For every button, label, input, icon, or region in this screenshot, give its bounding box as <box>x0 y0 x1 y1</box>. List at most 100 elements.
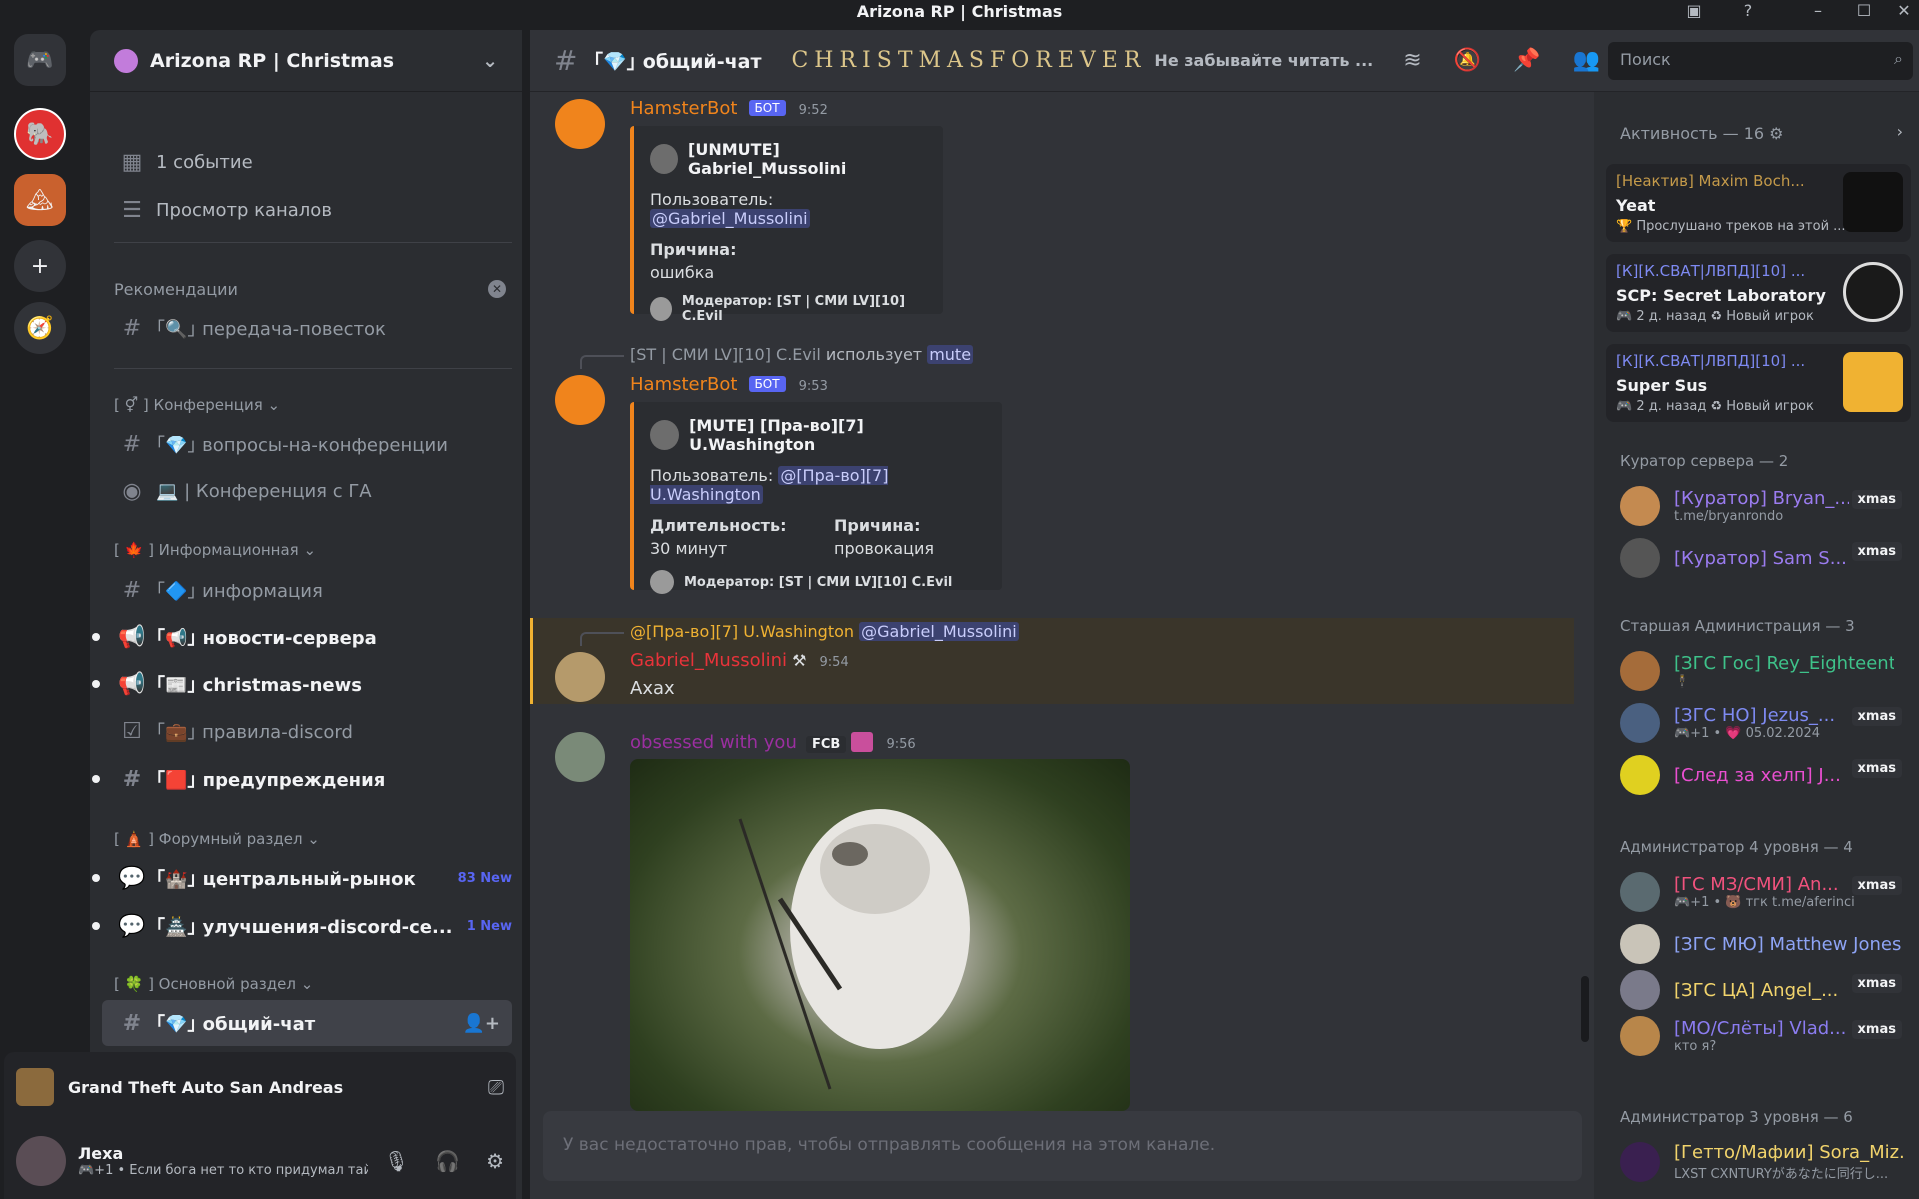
inbox-icon[interactable]: ▣ <box>1682 0 1706 22</box>
add-server-icon[interactable]: + <box>14 240 66 292</box>
category-conference[interactable]: [ ⚥ ] Конференция ⌄ <box>114 396 280 414</box>
activity-card[interactable]: [Неактив] Maxim Boch... Yeat 🏆 Прослушан… <box>1606 164 1911 242</box>
guild-tag[interactable]: FCB <box>805 736 847 753</box>
forum-icon: 💬 <box>118 865 146 891</box>
user-mention[interactable]: @Gabriel_Mussolini <box>859 622 1019 641</box>
message-author[interactable]: obsessed with you <box>630 732 797 753</box>
member-status: кто я? <box>1674 1039 1717 1054</box>
megaphone-icon: 📢 <box>118 624 146 650</box>
member-item[interactable]: [МО/Слёты] Vlad... кто я? xmas <box>1620 1010 1910 1062</box>
username: Леха <box>78 1143 124 1163</box>
channel-topic[interactable]: CHRISTMASFOREVER <box>791 48 1146 73</box>
channel-xmas-news[interactable]: 📢 ｢📰｣ christmas-news <box>92 664 512 704</box>
member-item[interactable]: [ЗГС ЦА] Angel_... xmas <box>1620 964 1910 1016</box>
card-sub: 🎮 2 д. назад ♻ Новый игрок <box>1616 399 1814 414</box>
avatar[interactable] <box>555 99 605 149</box>
category-forum[interactable]: [ 🛕 ] Форумный раздел ⌄ <box>114 830 320 848</box>
maximize-icon[interactable]: ☐ <box>1852 0 1876 22</box>
user-mention[interactable]: @Gabriel_Mussolini <box>650 209 810 228</box>
members-icon[interactable]: 👥 <box>1573 48 1600 73</box>
message-author[interactable]: HamsterBot <box>630 374 737 395</box>
unread-indicator <box>92 922 100 930</box>
channel-rules[interactable]: ☑ ｢💼｣ правила-discord <box>114 711 512 751</box>
activity-card[interactable]: [К][К.СВАТ|ЛВПД][10] ... Super Sus 🎮 2 д… <box>1606 344 1911 422</box>
activity-panel[interactable]: Grand Theft Auto San Andreas ⎚ <box>4 1052 516 1122</box>
channel-news[interactable]: 📢 ｢📢｣ новости-сервера <box>92 617 512 657</box>
channel-conference-stage[interactable]: ◉ 💻 | Конференция с ГА <box>114 471 512 511</box>
timestamp: 9:53 <box>798 379 828 394</box>
dismiss-icon[interactable]: ✕ <box>488 280 506 298</box>
member-item[interactable]: [ЗГС НО] Jezus_... 🎮+1 • 💗 05.02.2024 xma… <box>1620 697 1910 749</box>
close-icon[interactable]: ✕ <box>1892 0 1916 22</box>
chevron-right-icon[interactable]: › <box>1897 122 1903 141</box>
headphones-icon[interactable]: 🎧 <box>435 1149 460 1173</box>
category-main[interactable]: [ 🍀 ] Основной раздел ⌄ <box>114 975 313 993</box>
invite-icon[interactable]: 👤+ <box>463 1013 501 1034</box>
channel-label: ｢📢｣ новости-сервера <box>156 628 377 649</box>
activity-card[interactable]: [К][К.СВАТ|ЛВПД][10] ... SCP: Secret Lab… <box>1606 254 1911 332</box>
hammer-icon: ⚒ <box>792 651 807 670</box>
member-item[interactable]: [Гетто/Мафии] Sora_Miz... LXST CXNTURYがあな… <box>1620 1136 1910 1188</box>
threads-icon[interactable]: ≋ <box>1403 48 1421 73</box>
member-item[interactable]: [След за хелп] J... xmas <box>1620 749 1910 801</box>
channel-rec-item[interactable]: # ｢🔍｣ передача-повесток <box>114 308 512 348</box>
reply-preview[interactable]: @[Пра-во][7] U.Washington @Gabriel_Musso… <box>630 622 1019 641</box>
member-item[interactable]: [ЗГС Гос] Rey_Eighteent 🕴 <box>1620 645 1910 697</box>
hash-icon: # <box>122 431 142 457</box>
screen-share-icon[interactable]: ⎚ <box>488 1075 504 1099</box>
member-item[interactable]: [ЗГС МЮ] Matthew Jones <box>1620 918 1910 970</box>
minimize-icon[interactable]: – <box>1806 0 1830 22</box>
channel-label: ｢💎｣ общий-чат <box>156 1014 316 1035</box>
message-author[interactable]: HamsterBot <box>630 98 737 119</box>
channel-improvements[interactable]: 💬 ｢🏯｣ улучшения-discord-се... 1 New <box>92 906 512 946</box>
xmas-tag: xmas <box>1851 1020 1902 1039</box>
bot-badge: БОТ <box>748 100 786 116</box>
channel-topic-extra[interactable]: Не забывайте читать ... <box>1154 51 1373 70</box>
arizona-server-icon[interactable]: 🐘 <box>14 108 66 160</box>
message-author[interactable]: Gabriel_Mussolini <box>630 650 787 671</box>
channel-market[interactable]: 💬 ｢🏰｣ центральный-рынок 83 New <box>92 858 512 898</box>
avatar[interactable] <box>555 732 605 782</box>
field-value: 30 минут <box>650 539 728 558</box>
channel-general[interactable]: # ｢💎｣ общий-чат 👤+ <box>102 1000 512 1046</box>
avatar[interactable] <box>555 652 605 702</box>
events-item[interactable]: ▦ 1 событие <box>114 142 512 182</box>
microphone-icon[interactable]: 🎙 <box>384 1149 409 1173</box>
member-name: [ЗГС НО] Jezus_... <box>1674 705 1836 726</box>
category-info[interactable]: [ 🍁 ] Информационная ⌄ <box>114 541 316 559</box>
member-status: t.me/bryanrondo <box>1674 509 1784 524</box>
avatar[interactable] <box>555 375 605 425</box>
member-status: 🕴 <box>1674 674 1691 689</box>
command-mention[interactable]: mute <box>927 345 974 364</box>
avatar <box>1620 486 1660 526</box>
role-group-header: Куратор сервера — 2 <box>1620 452 1789 470</box>
chevron-down-icon: ⌄ <box>482 49 498 72</box>
reply-spine <box>580 355 624 369</box>
explore-icon[interactable]: 🧭 <box>14 302 66 354</box>
pin-icon[interactable]: 📌 <box>1513 48 1540 73</box>
channel-label: ｢🔍｣ передача-повесток <box>156 319 386 340</box>
notifications-icon[interactable]: 🔕 <box>1454 48 1481 73</box>
christmas-server-icon[interactable]: 🏔 <box>14 174 66 226</box>
channel-questions[interactable]: # ｢💎｣ вопросы-на-конференции <box>114 424 512 464</box>
avatar[interactable] <box>16 1135 66 1186</box>
member-item[interactable]: [Куратор] Bryan_... t.me/bryanrondo xmas <box>1620 480 1910 532</box>
search-input[interactable]: Поиск ⌕ <box>1608 42 1913 80</box>
interaction-user[interactable]: [ST | СМИ LV][10] C.Evil <box>630 345 821 364</box>
member-item[interactable]: [Куратор] Sam S... xmas <box>1620 532 1910 584</box>
channel-info[interactable]: # ｢🔷｣ информация <box>114 570 512 610</box>
scrollbar[interactable] <box>1581 976 1589 1042</box>
guild-header[interactable]: Arizona RP | Christmas ⌄ <box>90 30 522 92</box>
member-name: [ЗГС Гос] Rey_Eighteent <box>1674 653 1894 674</box>
settings-gear-icon[interactable]: ⚙ <box>486 1149 504 1173</box>
channel-warnings[interactable]: # ｢🟥｣ предупреждения <box>92 759 512 799</box>
help-icon[interactable]: ? <box>1736 0 1760 22</box>
discord-home-icon[interactable]: 🎮 <box>14 34 66 86</box>
field-label: Причина: <box>650 240 737 259</box>
member-name: [ЗГС МЮ] Matthew Jones <box>1674 933 1902 955</box>
image-attachment[interactable] <box>630 759 1130 1111</box>
browse-channels-item[interactable]: ☰ Просмотр каналов <box>114 190 512 230</box>
member-item[interactable]: [ГС МЗ/СМИ] An... 🎮+1 • 🐻 тгк t.me/aferin… <box>1620 866 1910 918</box>
timestamp: 9:54 <box>819 655 849 670</box>
xmas-tag: xmas <box>1851 707 1902 726</box>
